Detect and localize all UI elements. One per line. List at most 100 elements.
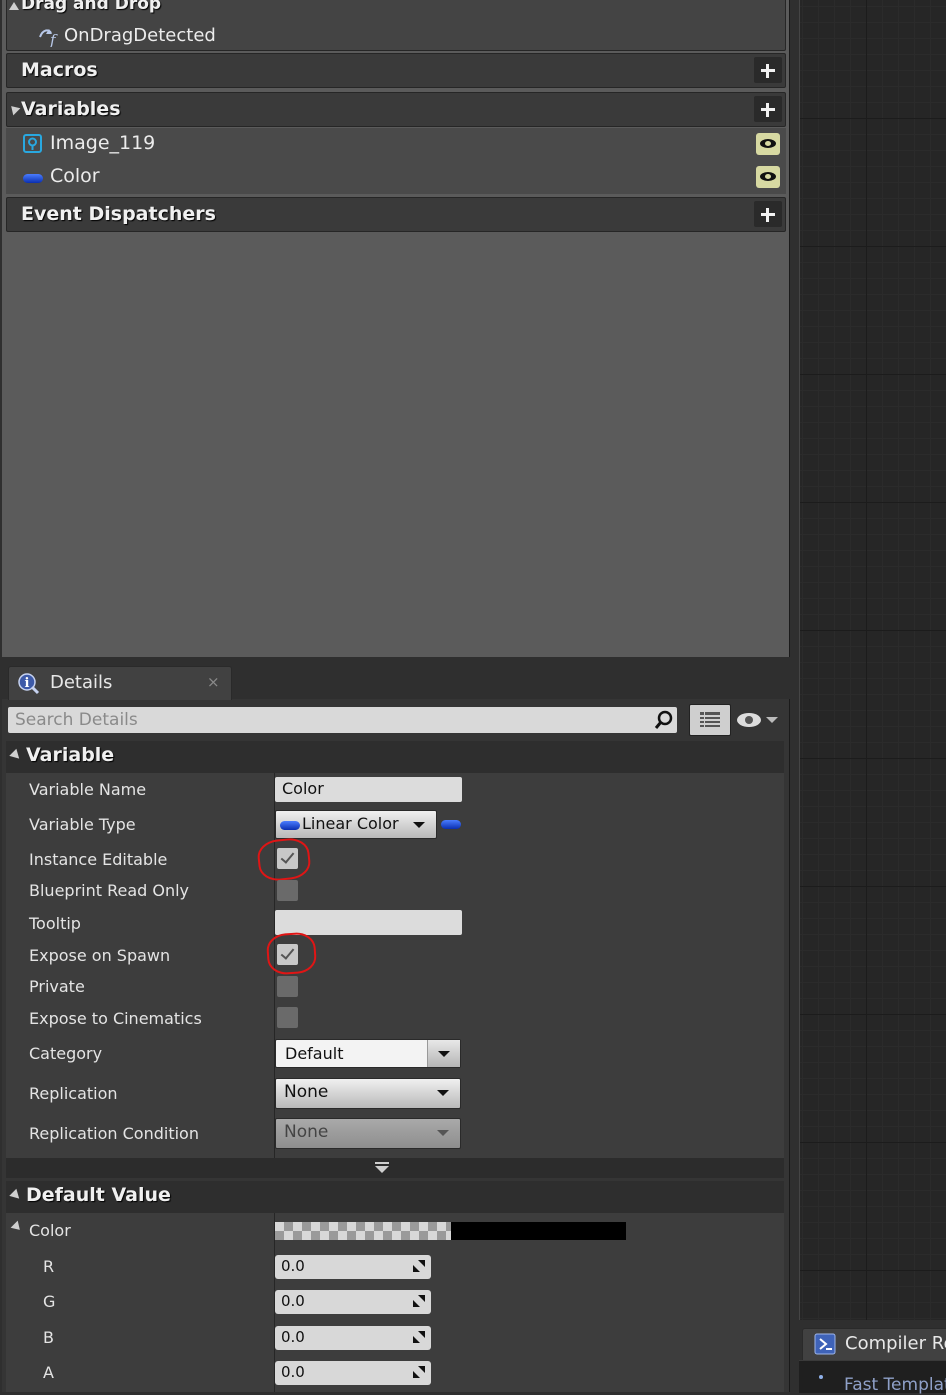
expose-to-cinematics-checkbox[interactable] (277, 1007, 298, 1028)
label-channel-g: G (43, 1292, 56, 1311)
eye-icon[interactable] (756, 133, 780, 155)
label-category: Category (29, 1044, 103, 1063)
blueprint-read-only-checkbox[interactable] (277, 880, 298, 901)
channel-r-input[interactable]: 0.0 (275, 1255, 431, 1279)
red-annotation-circle (265, 931, 318, 976)
function-override-icon: f (39, 29, 58, 47)
section-title: Default Value (26, 1184, 171, 1206)
category-combo[interactable]: Default (275, 1039, 461, 1068)
collapse-triangle-icon[interactable] (7, 102, 21, 116)
eye-icon[interactable] (756, 166, 780, 188)
label-variable-name: Variable Name (29, 780, 147, 799)
section-default-value-header[interactable]: Default Value (6, 1181, 784, 1213)
label-replication-condition: Replication Condition (29, 1124, 199, 1143)
category-drag-and-drop[interactable]: Drag and Drop f OnDragDetected (6, 0, 786, 51)
category-title: Variables (21, 98, 121, 120)
tab-label: Details (50, 672, 113, 693)
label-channel-b: B (43, 1328, 54, 1347)
search-input[interactable] (8, 707, 662, 733)
linear-color-pill-icon (280, 821, 300, 830)
category-title: Drag and Drop (21, 0, 162, 14)
category-value: Default (285, 1044, 344, 1063)
channel-value: 0.0 (281, 1363, 305, 1381)
compiler-log-line: Fast Template (844, 1375, 946, 1395)
private-checkbox[interactable] (277, 976, 298, 997)
variable-type-dropdown[interactable]: Linear Color (275, 810, 437, 839)
variable-item-color[interactable]: Color (6, 161, 786, 194)
label-replication: Replication (29, 1084, 118, 1103)
variable-type-value: Linear Color (302, 814, 399, 833)
add-macro-button[interactable] (754, 57, 782, 83)
variable-label: Color (50, 165, 100, 187)
expand-triangle-icon[interactable] (9, 2, 19, 10)
search-details-field[interactable] (8, 707, 677, 733)
label-blueprint-read-only: Blueprint Read Only (29, 881, 190, 900)
replication-condition-dropdown: None (275, 1118, 461, 1149)
category-event-dispatchers[interactable]: Event Dispatchers (6, 197, 786, 232)
label-private: Private (29, 977, 85, 996)
replication-value: None (284, 1082, 329, 1102)
property-matrix-button[interactable] (689, 704, 731, 736)
svg-text:f: f (49, 31, 58, 47)
section-variable-header[interactable]: Variable (6, 741, 784, 773)
view-options-eye-icon[interactable] (736, 711, 780, 729)
bullet-icon (819, 1375, 823, 1379)
tab-label: Compiler Re (845, 1333, 946, 1354)
linear-color-pill-icon (23, 174, 43, 183)
image-widget-icon (23, 134, 42, 153)
replication-condition-value: None (284, 1122, 329, 1142)
collapse-triangle-icon[interactable] (9, 1188, 23, 1203)
color-swatch-alpha[interactable] (275, 1222, 451, 1240)
label-expose-to-cinematics: Expose to Cinematics (29, 1009, 202, 1028)
tab-compiler-results[interactable]: Compiler Re (802, 1328, 946, 1360)
channel-g-input[interactable]: 0.0 (275, 1290, 431, 1314)
spin-arrows-icon[interactable] (413, 1260, 425, 1272)
channel-value: 0.0 (281, 1292, 305, 1310)
dropdown-arrow-icon (413, 822, 425, 828)
channel-b-input[interactable]: 0.0 (275, 1326, 431, 1350)
variable-label: Image_119 (50, 132, 156, 154)
details-info-icon: i (18, 673, 40, 695)
spin-arrows-icon[interactable] (413, 1366, 425, 1378)
close-icon[interactable]: × (207, 673, 220, 691)
blueprint-graph-canvas[interactable] (799, 0, 946, 1320)
my-blueprint-panel: Drag and Drop f OnDragDetected Macros Va… (2, 0, 790, 657)
variable-name-field[interactable]: Color (275, 777, 462, 802)
add-variable-button[interactable] (754, 96, 782, 122)
category-variables[interactable]: Variables (6, 92, 786, 127)
channel-a-input[interactable]: 0.0 (275, 1361, 431, 1385)
collapse-triangle-icon[interactable] (9, 748, 23, 763)
spin-arrows-icon[interactable] (413, 1295, 425, 1307)
expand-advanced-icon (375, 1162, 389, 1173)
dropdown-arrow-icon (438, 1051, 450, 1057)
search-icon[interactable] (653, 709, 675, 731)
channel-value: 0.0 (281, 1257, 305, 1275)
compiler-results-icon (814, 1333, 836, 1355)
tab-details[interactable]: i Details × (8, 666, 232, 700)
category-dropdown-button[interactable] (427, 1040, 460, 1067)
section-title: Variable (26, 744, 115, 766)
category-title: Macros (21, 59, 98, 81)
label-instance-editable: Instance Editable (29, 850, 168, 869)
dropdown-arrow-icon (437, 1130, 449, 1136)
label-tooltip: Tooltip (29, 914, 81, 933)
advanced-properties-expander[interactable] (6, 1158, 784, 1178)
add-event-dispatcher-button[interactable] (754, 201, 782, 227)
channel-value: 0.0 (281, 1328, 305, 1346)
label-variable-type: Variable Type (29, 815, 136, 834)
spin-arrows-icon[interactable] (413, 1331, 425, 1343)
dropdown-arrow-icon (437, 1090, 449, 1096)
label-channel-r: R (43, 1257, 55, 1276)
function-item-ondragdetected[interactable]: OnDragDetected (64, 25, 216, 46)
color-swatch-solid[interactable] (451, 1222, 626, 1240)
category-title: Event Dispatchers (21, 203, 216, 225)
list-view-icon (700, 712, 720, 727)
label-color: Color (29, 1221, 71, 1240)
variable-item-image-119[interactable]: Image_119 (6, 128, 786, 161)
replication-dropdown[interactable]: None (275, 1078, 461, 1109)
tooltip-field[interactable] (275, 910, 462, 935)
category-macros[interactable]: Macros (6, 53, 786, 88)
svg-text:i: i (25, 676, 30, 691)
container-type-pill-icon[interactable] (441, 820, 461, 829)
compiler-results-log: Fast Template (799, 1360, 946, 1395)
